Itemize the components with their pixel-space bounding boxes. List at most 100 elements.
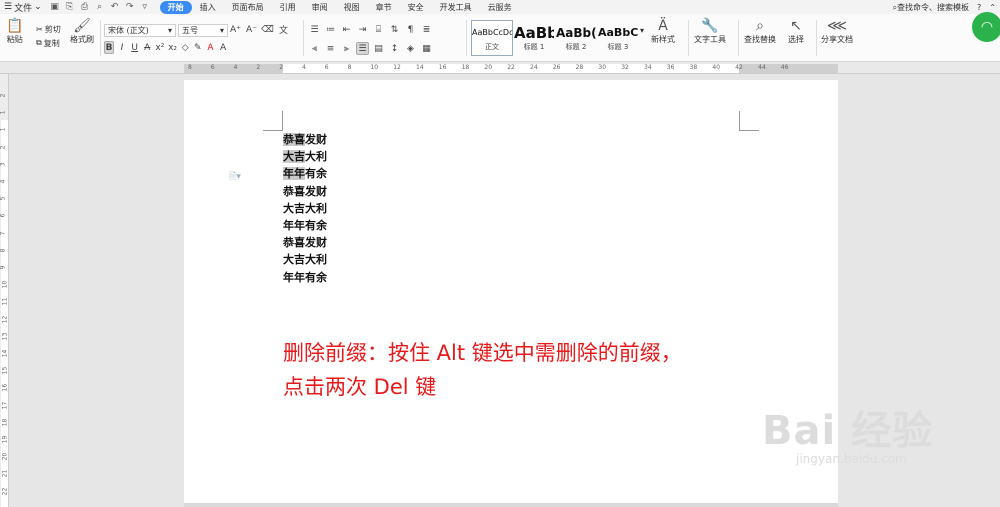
paste-icon: 📋: [6, 18, 24, 34]
tab-9[interactable]: 云服务: [480, 1, 520, 14]
find-replace-button[interactable]: ⌕ 查找替换: [744, 18, 776, 45]
cut-button[interactable]: ✂ 剪切: [36, 22, 61, 36]
increase-indent-icon[interactable]: ⇥: [356, 23, 369, 36]
export-icon[interactable]: ⎘: [65, 2, 75, 12]
text-line[interactable]: 恭喜发财: [283, 131, 327, 148]
select-label: 选择: [788, 35, 804, 44]
text-line[interactable]: 恭喜发财: [283, 234, 327, 251]
ruler-tick-label: 6: [0, 213, 7, 218]
copy-button[interactable]: ⧉ 复制: [36, 36, 61, 50]
print-preview-icon[interactable]: ⌕: [95, 2, 105, 12]
new-style-button[interactable]: Ä 新样式: [651, 18, 675, 45]
align-left-icon[interactable]: ⫷: [308, 42, 321, 55]
style-item-2[interactable]: AaBb(标题 2: [555, 20, 597, 56]
quick-access-toolbar: ▣ ⎘ ⎙ ⌕ ↶ ↷ ▿: [46, 2, 154, 12]
tab-5[interactable]: 视图: [336, 1, 368, 14]
bullet-list-icon[interactable]: ☰: [308, 23, 321, 36]
style-label: 标题 1: [523, 43, 545, 51]
italic-icon[interactable]: I: [117, 41, 127, 54]
align-center-icon[interactable]: ≡: [324, 42, 337, 55]
horizontal-ruler[interactable]: 8 6 4 2 2 4 6 8 10 12 14 16 18 20 22 24 26 28 30 32 34 36 38 40…: [0, 63, 1000, 74]
font-color-icon[interactable]: A: [206, 41, 216, 54]
chinese-layout-icon[interactable]: ⌸: [372, 23, 385, 36]
tab-8[interactable]: 开发工具: [432, 1, 480, 14]
tab-2[interactable]: 页面布局: [224, 1, 272, 14]
tab-6[interactable]: 章节: [368, 1, 400, 14]
ruler-tick-label: 4: [0, 179, 7, 184]
strikethrough-icon[interactable]: A: [142, 41, 152, 54]
file-menu[interactable]: ☰ 文件 ⌄: [0, 0, 46, 14]
clear-format-icon[interactable]: ◇: [180, 41, 190, 54]
decrease-indent-icon[interactable]: ⇤: [340, 23, 353, 36]
text-line[interactable]: 大吉大利: [283, 251, 327, 268]
style-item-1[interactable]: AaBb 标题 1: [513, 20, 555, 56]
tab-3[interactable]: 引用: [272, 1, 304, 14]
shading-icon[interactable]: ◈: [404, 42, 417, 55]
bold-icon[interactable]: B: [104, 41, 115, 54]
ruler-tick-label: 2: [0, 145, 7, 150]
sort-icon[interactable]: ⇅: [388, 23, 401, 36]
tab-7[interactable]: 安全: [400, 1, 432, 14]
find-replace-label: 查找替换: [744, 35, 776, 44]
style-item-3[interactable]: AaBbC 标题 3: [597, 20, 639, 56]
undo-icon[interactable]: ↶: [110, 2, 120, 12]
help-icon[interactable]: ?: [977, 3, 981, 12]
text-tools-button[interactable]: 🔧 文字工具: [694, 18, 726, 45]
text-line[interactable]: 大吉大利: [283, 148, 327, 165]
ruler-tick-label: 14: [1, 349, 9, 358]
collapse-icon[interactable]: ⌃: [989, 3, 996, 12]
format-painter-button[interactable]: 🖌 格式刷: [70, 18, 94, 45]
text-line[interactable]: 大吉大利: [283, 200, 327, 217]
search-command[interactable]: ⌕查找命令、搜索模板: [893, 2, 969, 13]
tab-0[interactable]: 开始: [159, 0, 192, 14]
customize-icon[interactable]: ▿: [140, 2, 150, 12]
ruler-tick-label: 21: [1, 470, 9, 478]
redo-icon[interactable]: ↷: [125, 2, 135, 12]
clear-icon[interactable]: ⌫: [261, 23, 274, 36]
phonetic-icon[interactable]: 文: [277, 23, 290, 36]
ruler-tick-label: 32: [621, 64, 629, 71]
tab-4[interactable]: 审阅: [304, 1, 336, 14]
vertical-ruler[interactable]: 2 1 1 2 3 4 5 6 7 8 9 10 11 12 13 14 15 16 17 18 19 20 21 22: [0, 74, 9, 507]
superscript-icon[interactable]: x²: [155, 41, 165, 54]
select-button[interactable]: ↖ 选择: [788, 18, 804, 45]
ruler-tick-label: 38: [689, 64, 698, 71]
shrink-font-icon[interactable]: A⁻: [245, 23, 258, 36]
document-page[interactable]: 恭喜发财 大吉大利 年年有余 恭喜发财 大吉大利 年年有余 恭喜发财 大吉大利 年年有余 删除前…: [184, 80, 838, 507]
tab-1[interactable]: 插入: [192, 1, 224, 14]
font-size-select[interactable]: 五号 ▾: [178, 24, 228, 37]
print-icon[interactable]: ⎙: [80, 2, 90, 12]
text-line[interactable]: 年年有余: [283, 165, 327, 182]
ruler-tick-label: 22: [507, 64, 515, 71]
style-item-0[interactable]: AaBbCcDd 正文: [471, 20, 513, 56]
borders-icon[interactable]: ▦: [420, 42, 433, 55]
grow-font-icon[interactable]: A⁺: [229, 23, 242, 36]
ruler-tick-label: 5: [0, 196, 7, 201]
text-line[interactable]: 年年有余: [283, 269, 327, 286]
save-icon[interactable]: ▣: [50, 2, 60, 12]
style-gallery-more-icon[interactable]: ▾: [640, 26, 644, 35]
subscript-icon[interactable]: x₂: [168, 41, 178, 54]
table-of-contents-icon[interactable]: ≣: [420, 23, 433, 36]
distribute-icon[interactable]: ▤: [372, 42, 385, 55]
ruler-tick-label: 9: [0, 265, 7, 270]
ruler-tick-label: 8: [0, 248, 7, 253]
text-line[interactable]: 年年有余: [283, 217, 327, 234]
show-marks-icon[interactable]: ¶: [404, 23, 417, 36]
network-icon[interactable]: ◠: [972, 12, 1000, 42]
share-doc-button[interactable]: ⋘ 分享文档: [821, 18, 853, 45]
char-shading-icon[interactable]: A: [218, 41, 228, 54]
paragraph-options-icon[interactable]: 🗎▾: [229, 169, 241, 185]
paste-button[interactable]: 📋 粘贴: [6, 18, 23, 45]
font-name-select[interactable]: 宋体 (正文) ▾: [104, 24, 176, 37]
line-spacing-icon[interactable]: ↕: [388, 42, 401, 55]
numbered-list-icon[interactable]: ≔: [324, 23, 337, 36]
horizontal-scrollbar[interactable]: [184, 503, 838, 507]
file-menu-label: 文件: [14, 3, 33, 14]
text-line[interactable]: 恭喜发财: [283, 183, 327, 200]
document-text[interactable]: 恭喜发财 大吉大利 年年有余 恭喜发财 大吉大利 年年有余 恭喜发财 大吉大利 年年有余: [283, 131, 327, 286]
align-right-icon[interactable]: ⫸: [340, 42, 353, 55]
underline-icon[interactable]: U: [130, 41, 140, 54]
highlight-icon[interactable]: ✎: [193, 41, 203, 54]
justify-icon[interactable]: ☰: [356, 42, 369, 55]
